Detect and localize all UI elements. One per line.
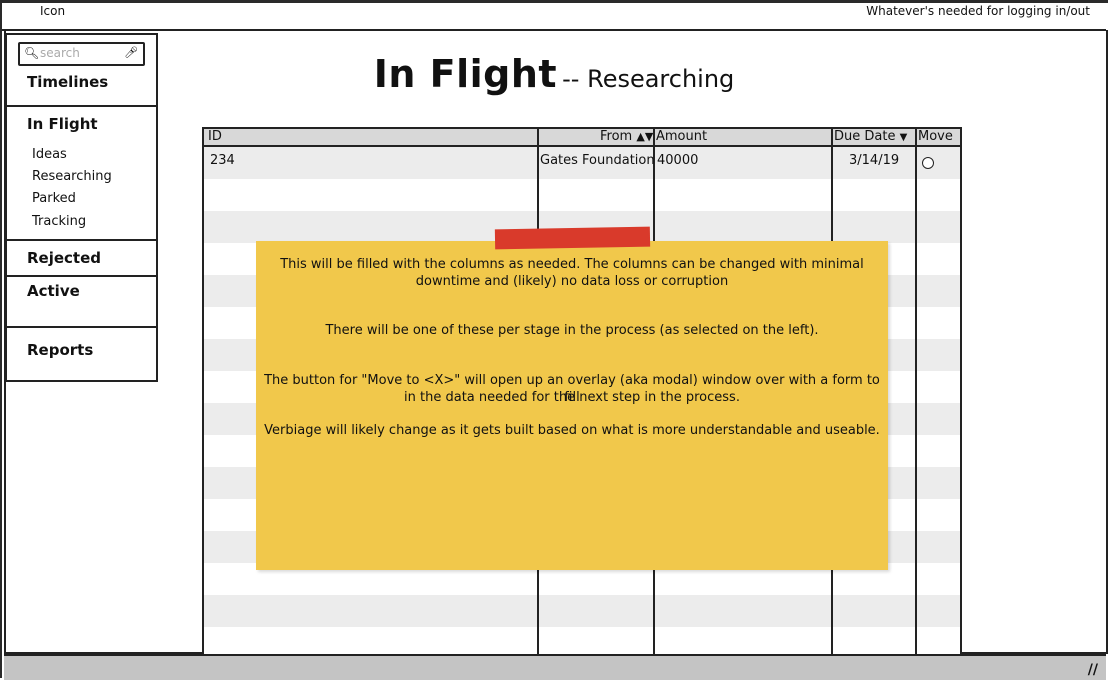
nav-divider	[7, 326, 158, 328]
nav-in-flight[interactable]: In Flight	[27, 115, 98, 133]
table-row-empty	[204, 595, 960, 627]
sticky-note: This will be filled with the columns as …	[256, 241, 888, 570]
page-title-sub: -- Researching	[562, 65, 735, 93]
page-title: In Flight -- Researching	[0, 52, 1108, 96]
login-link[interactable]: Whatever's needed for logging in/out	[866, 4, 1090, 18]
note-text: Verbiage will likely change as it gets b…	[264, 423, 880, 438]
column-header-due-date[interactable]: Due Date ▼	[834, 129, 907, 145]
page-title-main: In Flight	[373, 52, 558, 96]
column-header-from-label: From	[600, 129, 633, 144]
column-header-id[interactable]: ID	[208, 129, 222, 145]
nav-divider	[7, 105, 158, 107]
bottom-bar: //	[4, 654, 1106, 680]
column-header-amount[interactable]: Amount	[656, 129, 707, 145]
resize-grip-icon[interactable]: //	[1088, 662, 1098, 678]
column-header-due-date-label: Due Date	[834, 129, 896, 144]
logo-placeholder: Icon	[40, 4, 66, 18]
note-text: in the data needed for the next step in …	[404, 390, 740, 405]
sort-down-icon[interactable]: ▼	[900, 132, 908, 143]
nav-rejected[interactable]: Rejected	[27, 249, 101, 267]
column-header-move[interactable]: Move	[918, 129, 953, 145]
note-text: There will be one of these per stage in …	[325, 323, 819, 338]
nav-sub-parked[interactable]: Parked	[32, 191, 76, 206]
move-radio-button[interactable]	[922, 157, 934, 169]
note-text: This will be filled with the columns as …	[280, 257, 864, 272]
sort-both-icon[interactable]: ▲▼	[636, 130, 653, 143]
column-divider	[915, 129, 917, 670]
cell-due-date: 3/14/19	[849, 153, 900, 168]
cell-amount: 40000	[657, 153, 699, 168]
column-header-from[interactable]: From ▲▼	[600, 129, 653, 145]
nav-sub-ideas[interactable]: Ideas	[32, 147, 67, 162]
table-header: ID From ▲▼ Amount Due Date ▼ Move	[204, 129, 960, 147]
top-bar: Icon Whatever's needed for logging in/ou…	[2, 3, 1106, 31]
cell-id: 234	[210, 153, 235, 168]
nav-divider	[7, 275, 158, 277]
window-frame-left	[0, 0, 2, 678]
sticky-note-tape	[494, 226, 651, 250]
cell-from: Gates Foundation	[540, 153, 655, 168]
nav-sub-tracking[interactable]: Tracking	[32, 214, 86, 229]
nav-active[interactable]: Active	[27, 282, 80, 300]
nav-divider	[7, 239, 158, 241]
note-text: downtime and (likely) no data loss or co…	[415, 274, 729, 289]
nav-reports[interactable]: Reports	[27, 341, 93, 359]
nav-sub-researching[interactable]: Researching	[32, 169, 112, 184]
